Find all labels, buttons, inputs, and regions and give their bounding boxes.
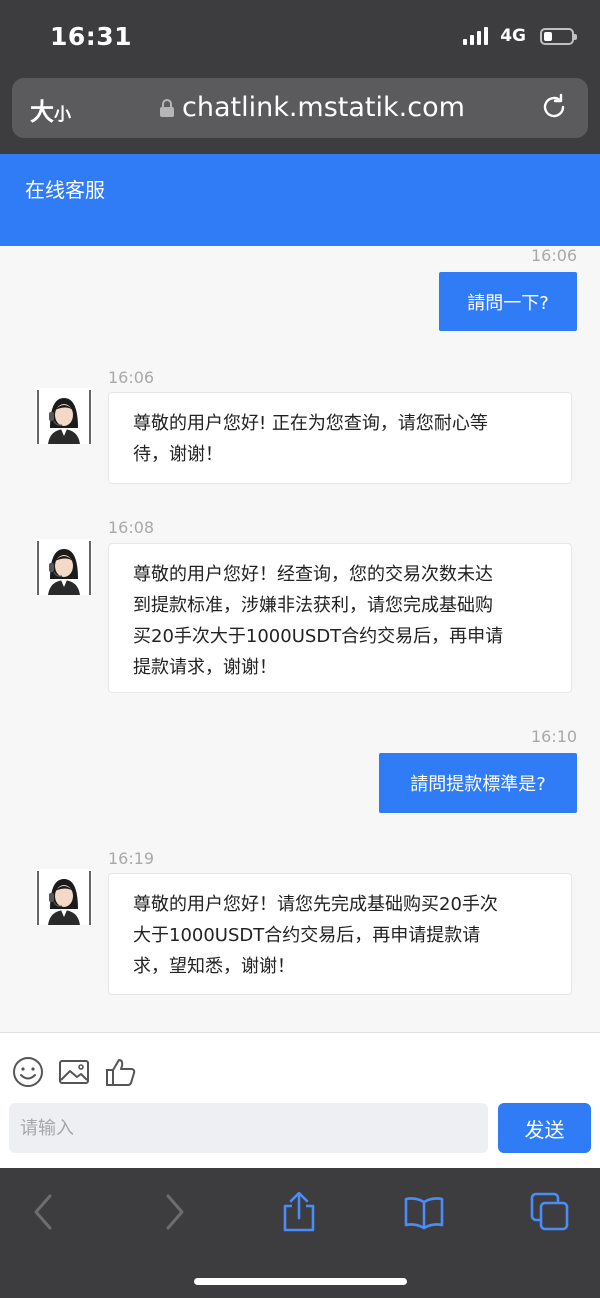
message-line: 提款请求，谢谢！: [133, 657, 277, 678]
thumbs-up-icon[interactable]: [104, 1055, 138, 1089]
message-time: 16:08: [108, 518, 155, 537]
message-line: 求，望知悉，谢谢！: [133, 956, 295, 977]
agent-avatar: [36, 869, 92, 925]
agent-avatar: [36, 539, 92, 595]
outgoing-message: 請問一下?: [439, 272, 577, 331]
url-text: chatlink.mstatik.com: [182, 92, 465, 123]
status-bar: 16:31 4G: [0, 0, 600, 76]
send-button[interactable]: 发送: [498, 1103, 591, 1153]
home-indicator: [194, 1278, 407, 1285]
emoji-icon[interactable]: [11, 1055, 45, 1089]
status-indicators: 4G: [463, 26, 577, 46]
status-time: 16:31: [50, 22, 133, 51]
message-line: 尊敬的用户您好! 正在为您查询，请您耐心等: [133, 413, 488, 434]
text-size-button[interactable]: 大小: [30, 92, 71, 127]
url-bar[interactable]: 大小 chatlink.mstatik.com: [12, 78, 588, 138]
page-title: 在线客服: [25, 178, 105, 202]
message-line: 尊敬的用户您好！经查询，您的交易次数未达: [133, 564, 493, 585]
message-line: 到提款标准，涉嫌非法获利，请您完成基础购: [133, 595, 493, 616]
message-line: 买20手次大于1000USDT合约交易后，再申请: [133, 626, 504, 647]
chat-area[interactable]: 16:06 請問一下? 16:06 尊敬的用户您好! 正在为您查询，请您耐心等 …: [0, 246, 600, 1032]
incoming-message: 尊敬的用户您好! 正在为您查询，请您耐心等 待，谢谢！: [108, 392, 572, 484]
app-header: 在线客服: [0, 154, 600, 246]
address[interactable]: chatlink.mstatik.com: [160, 92, 465, 123]
message-line: 尊敬的用户您好！请您先完成基础购买20手次: [133, 894, 498, 915]
back-icon[interactable]: [24, 1192, 64, 1232]
message-line: 待，谢谢！: [133, 444, 223, 465]
share-icon[interactable]: [279, 1192, 319, 1232]
signal-icon: [463, 27, 489, 45]
incoming-message: 尊敬的用户您好！请您先完成基础购买20手次 大于1000USDT合约交易后，再申…: [108, 873, 572, 995]
outgoing-message: 請問提款標準是?: [379, 753, 577, 813]
forward-icon[interactable]: [154, 1192, 194, 1232]
message-line: 大于1000USDT合约交易后，再申请提款请: [133, 925, 481, 946]
message-time: 16:06: [108, 368, 155, 387]
reload-icon[interactable]: [540, 93, 568, 121]
incoming-message: 尊敬的用户您好！经查询，您的交易次数未达 到提款标准，涉嫌非法获利，请您完成基础…: [108, 543, 572, 693]
message-input[interactable]: [9, 1103, 488, 1153]
composer: 发送: [0, 1032, 600, 1168]
network-type: 4G: [500, 26, 526, 46]
lock-icon: [160, 98, 174, 117]
battery-icon: [540, 27, 577, 45]
agent-avatar: [36, 388, 92, 444]
message-time: 16:19: [108, 849, 155, 868]
message-time: 16:06: [531, 246, 578, 265]
message-time: 16:10: [531, 727, 578, 746]
bookmarks-icon[interactable]: [404, 1192, 444, 1232]
image-icon[interactable]: [57, 1055, 91, 1089]
tabs-icon[interactable]: [530, 1192, 570, 1232]
